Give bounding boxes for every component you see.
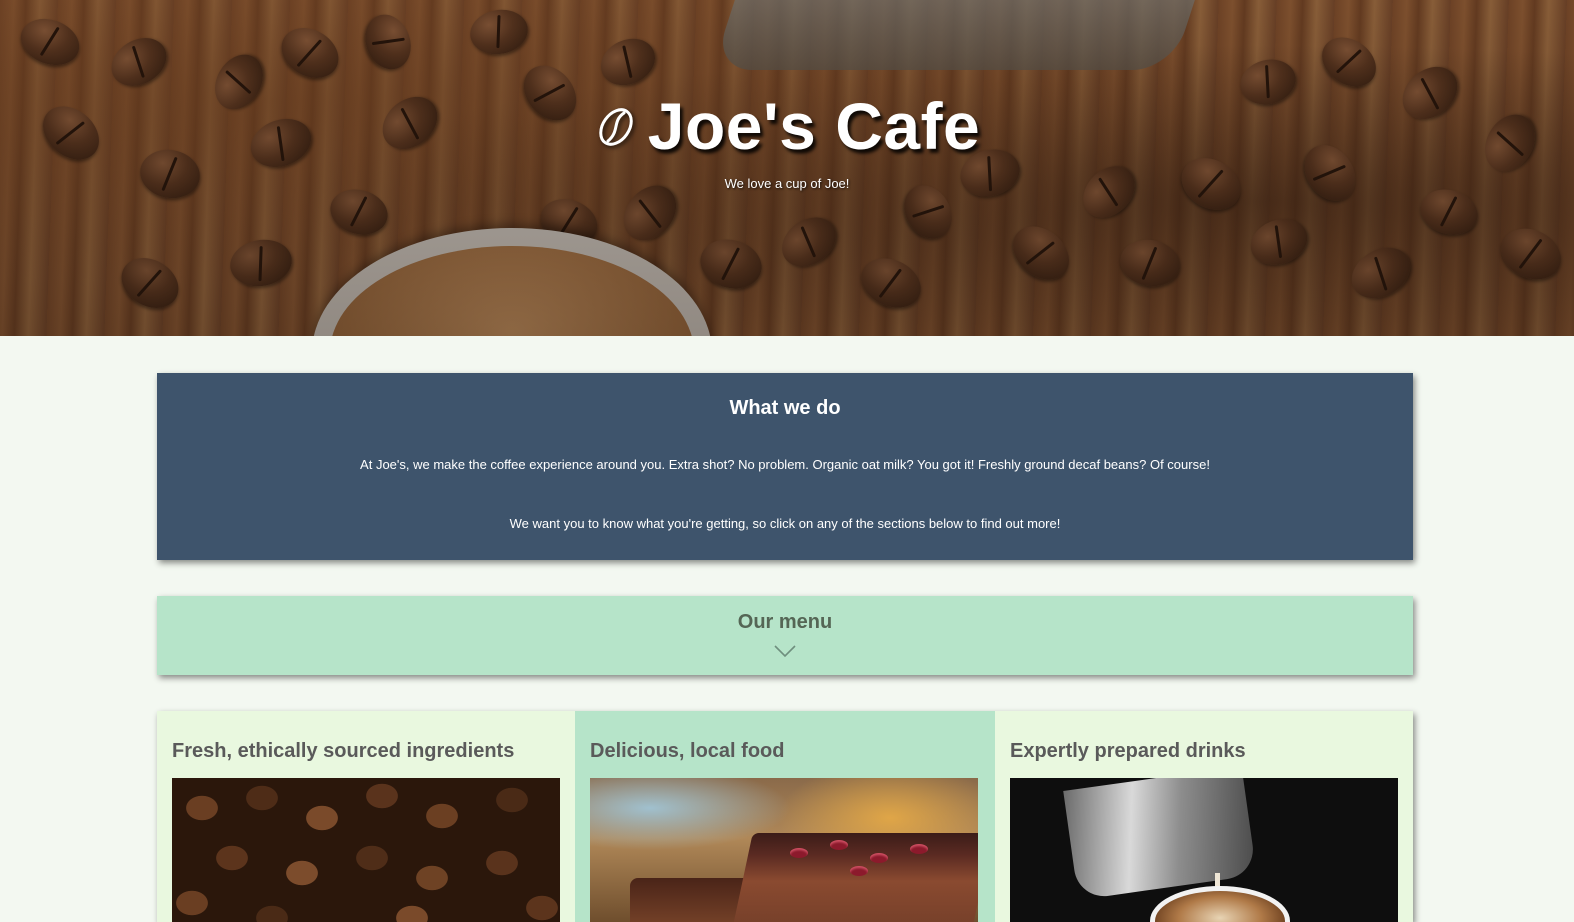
feature-title: Delicious, local food [590, 740, 785, 762]
our-menu-toggle[interactable]: Our menu [157, 596, 1413, 675]
coffee-beans-photo [172, 778, 560, 922]
feature-title: Fresh, ethically sourced ingredients [172, 740, 515, 762]
latte-photo [1010, 778, 1398, 922]
site-title: Joe's Cafe [647, 89, 981, 163]
about-paragraph: At Joe's, we make the coffee experience … [360, 457, 1210, 472]
feature-card-ingredients[interactable]: Fresh, ethically sourced ingredients [157, 711, 575, 922]
site-tagline: We love a cup of Joe! [724, 176, 850, 191]
coffee-bean-icon [594, 105, 638, 149]
hero-banner: Joe's Cafe We love a cup of Joe! [0, 0, 1574, 336]
menu-heading: Our menu [737, 611, 833, 633]
chevron-down-icon[interactable] [774, 644, 796, 658]
about-paragraph: We want you to know what you're getting,… [509, 516, 1061, 531]
feature-card-food[interactable]: Delicious, local food [575, 711, 995, 922]
hero-title-row: Joe's Cafe [0, 88, 1574, 164]
about-heading: What we do [729, 397, 841, 419]
feature-title: Expertly prepared drinks [1010, 740, 1246, 762]
feature-card-drinks[interactable]: Expertly prepared drinks [995, 711, 1413, 922]
cake-photo [590, 778, 978, 922]
about-section: What we do At Joe's, we make the coffee … [157, 373, 1413, 560]
features-section: Fresh, ethically sourced ingredients Del… [157, 711, 1413, 922]
